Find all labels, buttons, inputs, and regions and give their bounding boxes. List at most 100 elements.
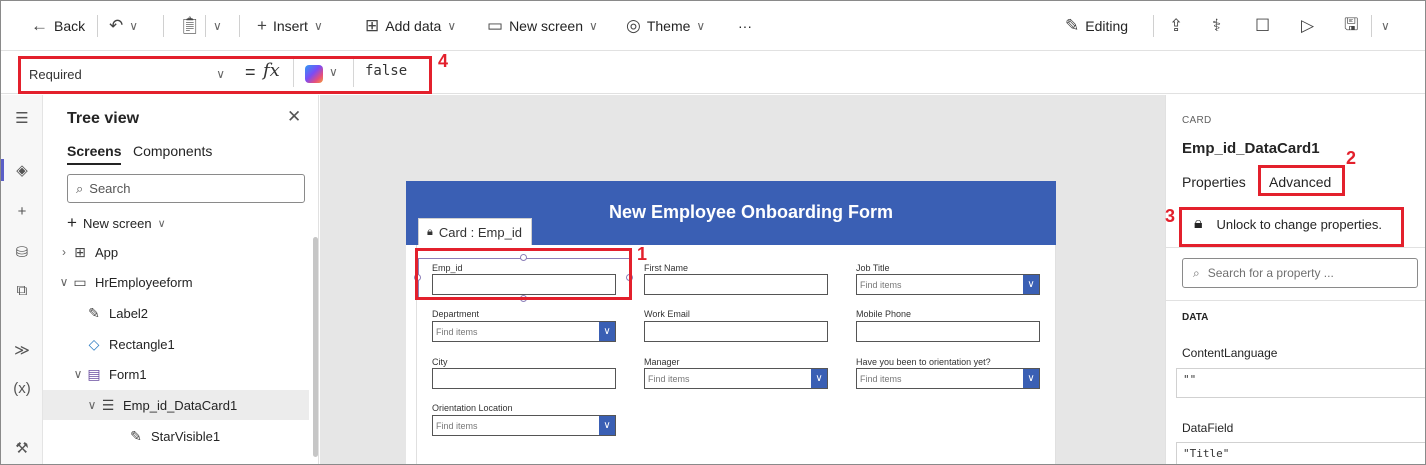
properties-panel: CARD Emp_id_DataCard1 Properties Advance… [1165,95,1425,464]
chevron-down-icon: ∨ [599,416,615,435]
add-data-button[interactable]: ⊞ Add data ∨ [365,15,456,37]
chevron-down-icon: ∨ [696,19,706,33]
new-screen-link[interactable]: + New screen ∨ [67,213,166,233]
label-orientation-location: Orientation Location [432,403,513,413]
tree-item-hremployeeform[interactable]: ∨ ▭ HrEmployeeform [43,267,309,297]
chevron-down-icon: ∨ [599,322,615,341]
tree-item-app[interactable]: › ⊞ App [43,237,309,267]
divider [205,15,206,37]
app-checker-button[interactable]: ⚕ [1212,15,1221,37]
new-screen-button[interactable]: ▭ New screen ∨ [487,15,598,37]
divider [97,15,98,37]
divider [163,15,164,37]
label-department: Department [432,309,480,319]
save-button[interactable]: 🖫︎ [1344,15,1358,37]
share-button[interactable]: ⇪ [1169,15,1183,37]
annotation-number: 1 [637,244,648,264]
control-name: Emp_id_DataCard1 [1182,140,1320,157]
lock-icon: 🔒︎ [427,225,433,238]
label-mobile-phone: Mobile Phone [856,309,912,319]
label-icon: ✎ [88,304,100,321]
form-icon: ▤ [87,365,101,382]
tree-item-emp-id-datacard1[interactable]: ∨ ☰ Emp_id_DataCard1 [43,390,309,420]
design-canvas: New Employee Onboarding Form 🔒︎ Card : E… [320,95,1165,464]
section-data: DATA [1182,312,1209,323]
dropdown-orientation[interactable]: Find items ∨ [856,368,1040,389]
app-icon: ⊞ [74,243,86,260]
control-type: CARD [1182,115,1212,126]
dropdown-job-title[interactable]: Find items ∨ [856,274,1040,295]
tab-screens[interactable]: Screens [67,143,122,165]
data-icon[interactable]: ⛁ [1,239,43,265]
annotation-box-unlock [1179,207,1404,247]
tree-view-panel: Tree view ✕ Screens Components ⌕ Search … [43,95,319,464]
paste-menu-button[interactable]: ∨ [213,15,222,37]
tree-item-label2[interactable]: ✎ Label2 [43,298,309,328]
save-menu-button[interactable]: ∨ [1381,15,1390,37]
label-orientation: Have you been to orientation yet? [856,357,991,367]
label-first-name: First Name [644,263,689,273]
label-city: City [432,357,448,367]
annotation-box-emp-id [415,248,632,300]
arrow-left-icon: ← [31,16,48,35]
power-automate-icon[interactable]: ≫ [1,337,43,363]
comment-icon: ☐ [1255,16,1271,35]
card-tab[interactable]: 🔒︎ Card : Emp_id [418,218,532,245]
tools-icon[interactable]: ⚒ [1,435,43,461]
tree-item-form1[interactable]: ∨ ▤ Form1 [43,359,309,389]
divider [1153,15,1154,37]
chevron-down-icon: ∨ [213,19,222,33]
divider [1166,300,1425,301]
tree-search-input[interactable]: ⌕ Search [67,174,305,203]
comments-button[interactable]: ☐ [1255,15,1270,37]
tab-components[interactable]: Components [133,143,212,159]
chevron-down-icon: ∨ [157,217,166,230]
input-contentlanguage[interactable]: "" [1176,368,1425,398]
property-search-input[interactable]: ⌕ Search for a property ... [1182,258,1418,288]
dropdown-orientation-location[interactable]: Find items ∨ [432,415,616,436]
label-datafield: DataField [1182,421,1234,435]
close-icon[interactable]: ✕ [287,107,301,127]
screen-add-icon: ▭ [487,16,504,35]
variables-icon[interactable]: (x) [1,375,43,401]
input-datafield[interactable]: "Title" [1176,442,1425,464]
theme-button[interactable]: ◎ Theme ∨ [626,15,705,37]
scrollbar[interactable] [313,237,318,457]
more-button[interactable]: ··· [738,15,752,37]
undo-button[interactable]: ↶ ∨ [109,15,138,37]
insert-icon[interactable]: + [1,198,43,224]
annotation-box-formula [18,56,432,94]
hamburger-icon[interactable]: ☰ [1,105,43,131]
stethoscope-icon: ⚕ [1212,16,1222,35]
chevron-down-icon: ∨ [588,19,598,33]
dropdown-department[interactable]: Find items ∨ [432,321,616,342]
label-icon: ✎ [130,427,142,444]
editing-mode-button[interactable]: ✎ Editing [1065,15,1128,37]
tree-item-rectangle1[interactable]: ◇ Rectangle1 [43,329,309,359]
chevron-down-icon: ∨ [313,19,323,33]
tab-properties[interactable]: Properties [1182,174,1246,190]
dropdown-manager[interactable]: Find items ∨ [644,368,828,389]
input-city[interactable] [432,368,616,389]
preview-button[interactable]: ▷ [1301,15,1314,37]
chevron-right-icon: › [62,245,66,259]
divider [239,15,240,37]
undo-icon: ↶ [109,16,124,35]
play-icon: ▷ [1301,16,1315,35]
media-icon[interactable]: ⧉ [1,277,43,303]
layers-icon[interactable]: ◈ [1,157,43,183]
input-mobile-phone[interactable] [856,321,1040,342]
input-work-email[interactable] [644,321,828,342]
annotation-number: 4 [438,51,449,71]
search-icon: ⌕ [76,180,84,196]
tree-item-starvisible1[interactable]: ✎ StarVisible1 [43,421,309,451]
paste-button[interactable]: 📋︎ [179,15,201,37]
back-button[interactable]: ← Back [31,15,85,37]
chevron-down-icon: ∨ [1381,19,1390,33]
input-first-name[interactable] [644,274,828,295]
chevron-down-icon: ∨ [1023,369,1039,388]
search-icon: ⌕ [1193,265,1200,280]
left-rail: ☰ ◈ + ⛁ ⧉ ≫ (x) ⚒ [1,95,43,464]
insert-button[interactable]: + Insert ∨ [257,15,323,37]
label-job-title: Job Title [856,263,890,273]
